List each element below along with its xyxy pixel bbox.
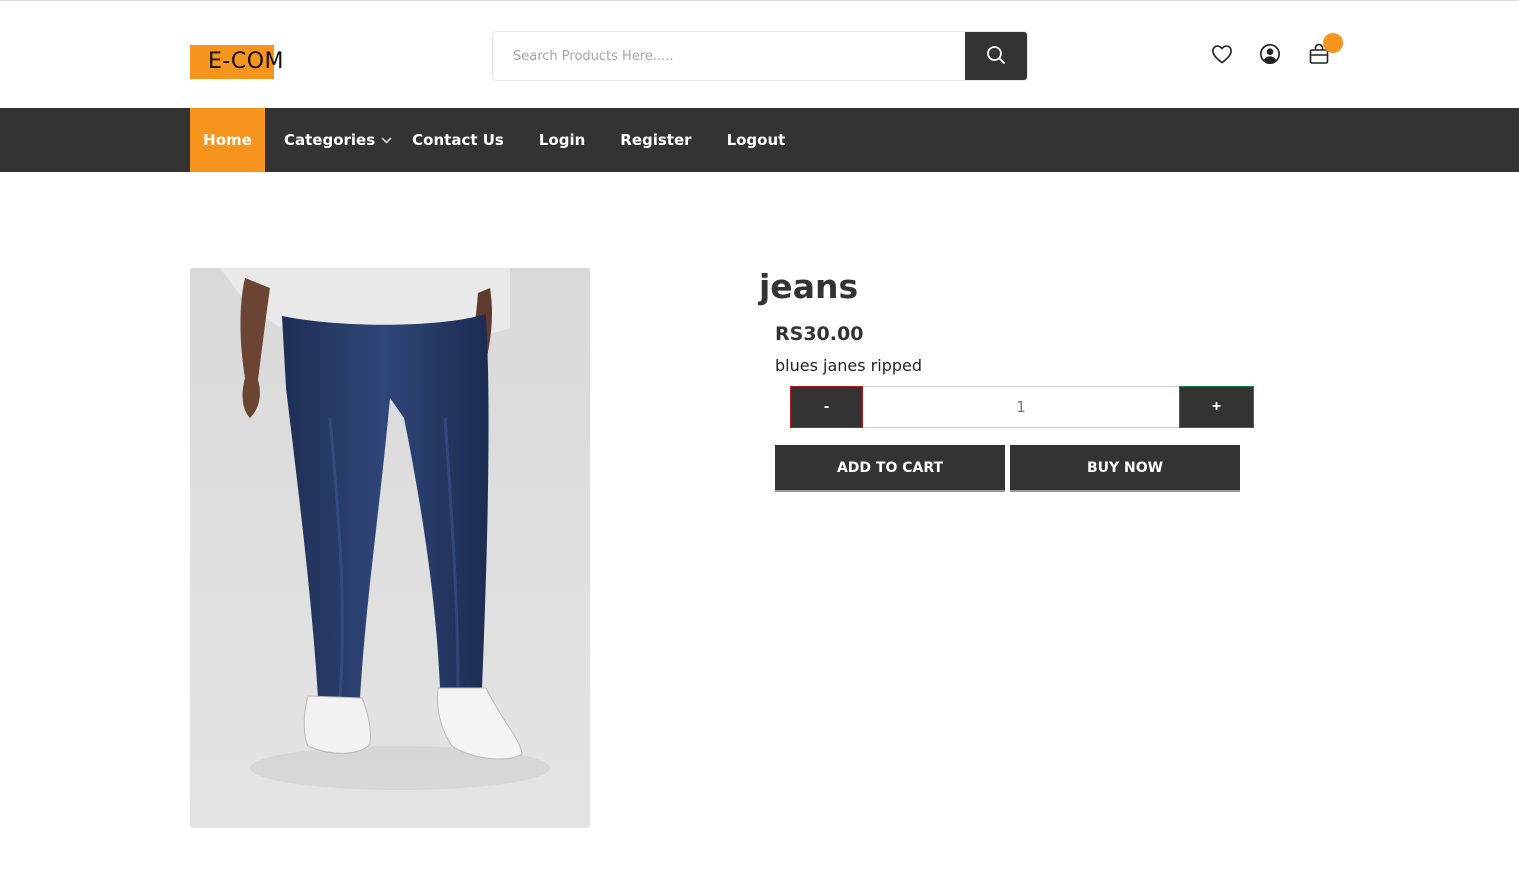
nav-item-logout[interactable]: Logout	[727, 108, 786, 172]
product-image	[190, 268, 590, 828]
nav-item-label: Home	[203, 131, 252, 149]
product-price: RS30.00	[775, 323, 864, 345]
nav-item-register[interactable]: Register	[620, 108, 691, 172]
product-title: jeans	[759, 267, 859, 306]
search-bar	[492, 31, 1028, 81]
nav-items: Home Categories Contact Us Login Registe…	[190, 108, 785, 172]
nav-item-label: Logout	[726, 131, 786, 149]
nav-item-login[interactable]: Login	[539, 108, 585, 172]
site-logo[interactable]: E-COM	[190, 45, 300, 79]
header-icons	[1206, 33, 1346, 72]
nav-item-label: Contact Us	[412, 131, 504, 149]
site-header: E-COM	[0, 1, 1519, 108]
chevron-down-icon	[381, 137, 392, 144]
nav-item-contact-us[interactable]: Contact Us	[412, 108, 504, 172]
quantity-decrease-button[interactable]: -	[790, 386, 863, 428]
logo-text: E-COM	[208, 49, 284, 74]
cart-count-badge	[1323, 33, 1343, 53]
quantity-stepper: - +	[790, 386, 1254, 428]
main-navigation: Home Categories Contact Us Login Registe…	[0, 108, 1519, 172]
buy-now-button[interactable]: BUY NOW	[1010, 445, 1240, 492]
nav-item-home[interactable]: Home	[190, 108, 265, 172]
search-icon	[986, 45, 1006, 68]
heart-icon[interactable]	[1208, 40, 1236, 68]
nav-item-label: Register	[620, 131, 692, 149]
quantity-increase-button[interactable]: +	[1179, 386, 1254, 428]
search-button[interactable]	[965, 32, 1027, 80]
quantity-input[interactable]	[863, 386, 1179, 428]
nav-item-label: Login	[538, 131, 586, 149]
nav-item-label: Categories	[284, 131, 376, 149]
add-to-cart-button[interactable]: ADD TO CART	[775, 445, 1005, 492]
nav-item-categories[interactable]: Categories	[284, 108, 392, 172]
search-input[interactable]	[493, 32, 967, 80]
product-description: blues janes ripped	[775, 356, 922, 375]
user-circle-icon[interactable]	[1256, 40, 1284, 68]
